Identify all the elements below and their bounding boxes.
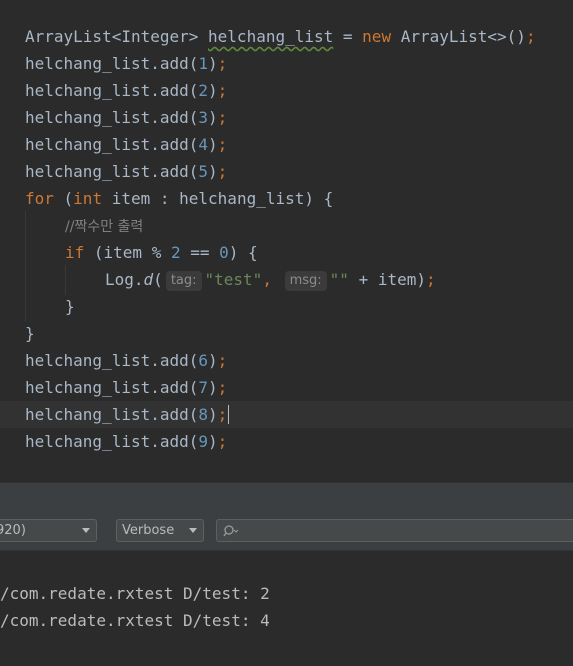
code-line-add[interactable]: helchang_list.add(7);: [25, 374, 227, 401]
code-line-add[interactable]: helchang_list.add(6);: [25, 347, 227, 374]
code-token-paren: ): [208, 108, 218, 127]
parameter-hint-msg: msg:: [284, 271, 327, 291]
code-token-paren: ): [208, 54, 218, 73]
code-token-number: 6: [198, 351, 209, 370]
code-token-paren: ): [208, 405, 218, 424]
code-token-type: ArrayList<Integer>: [25, 27, 209, 46]
code-token-constructor: ArrayList<>(): [391, 27, 526, 46]
search-icon[interactable]: [223, 524, 239, 538]
code-token-call: helchang_list.add(: [25, 432, 199, 451]
code-token-operator: =: [333, 27, 363, 46]
code-token-call: helchang_list.add(: [25, 351, 199, 370]
code-token-paren: ): [208, 81, 218, 100]
code-token-class: Log.: [105, 270, 144, 289]
log-level-value: Verbose: [122, 523, 175, 538]
code-token-comma: ,: [262, 270, 272, 289]
code-line-add-current[interactable]: helchang_list.add(8);: [25, 401, 230, 428]
code-token-expression: + item): [348, 270, 426, 289]
code-token-call: helchang_list.add(: [25, 378, 199, 397]
process-dropdown[interactable]: 920): [0, 519, 97, 542]
code-token-semicolon: ;: [217, 378, 228, 397]
code-token-paren: ): [208, 135, 218, 154]
log-entry: /com.redate.rxtest D/test: 2: [0, 584, 270, 603]
code-token-keyword: int: [73, 189, 103, 208]
code-line-for[interactable]: for (int item : helchang_list) {: [25, 185, 333, 212]
code-token-semicolon: ;: [217, 108, 228, 127]
code-token-call: helchang_list.add(: [25, 81, 199, 100]
logcat-toolbar: 920) Verbose: [0, 513, 573, 551]
code-token-semicolon: ;: [217, 351, 228, 370]
code-token-keyword: for: [25, 189, 54, 208]
code-line-if[interactable]: if (item % 2 == 0) {: [65, 239, 258, 266]
code-token-paren: ): [208, 351, 218, 370]
parameter-hint-tag: tag:: [165, 271, 202, 291]
code-token-semicolon: ;: [217, 162, 228, 181]
code-comment: //짝수만 출력: [65, 219, 144, 235]
code-token-number: 5: [198, 162, 209, 181]
code-line-log[interactable]: Log.d(tag: "test", msg: "" + item);: [105, 266, 436, 293]
tool-window-header: [0, 482, 573, 514]
code-token-semicolon: ;: [217, 135, 228, 154]
code-token-semicolon: ;: [217, 432, 228, 451]
code-line-add[interactable]: helchang_list.add(3);: [25, 104, 227, 131]
code-token-paren: (: [153, 270, 163, 289]
code-editor[interactable]: ArrayList<Integer> helchang_list = new A…: [0, 0, 573, 482]
code-token-number: 2: [170, 243, 181, 262]
code-token-semicolon: ;: [217, 405, 228, 424]
code-line-declaration[interactable]: ArrayList<Integer> helchang_list = new A…: [25, 23, 536, 50]
code-token-paren: ): [208, 162, 218, 181]
code-line-add[interactable]: helchang_list.add(1);: [25, 50, 227, 77]
code-token-variable: helchang_list: [208, 27, 334, 46]
code-line-comment[interactable]: //짝수만 출력: [65, 212, 143, 239]
indent-guide: [65, 265, 66, 295]
code-token-method: d: [143, 270, 154, 289]
code-token-call: helchang_list.add(: [25, 108, 199, 127]
chevron-down-icon: [82, 528, 90, 533]
process-dropdown-value: 920): [0, 523, 26, 538]
log-level-dropdown[interactable]: Verbose: [116, 519, 204, 542]
logcat-output[interactable]: /com.redate.rxtest D/test: 2 /com.redate…: [0, 551, 573, 666]
code-token-semicolon: ;: [217, 81, 228, 100]
chevron-down-icon: [189, 528, 197, 533]
logcat-search-input[interactable]: [216, 519, 573, 542]
code-token-paren: (: [53, 189, 74, 208]
code-token-paren: ) {: [228, 243, 258, 262]
code-token-call: helchang_list.add(: [25, 54, 199, 73]
code-token-number: 8: [198, 405, 209, 424]
code-token-operator: ==: [180, 243, 220, 262]
code-token-call: helchang_list.add(: [25, 162, 199, 181]
code-token-string: "": [329, 270, 349, 289]
code-token-paren: ): [208, 378, 218, 397]
code-token-keyword: new: [362, 27, 392, 46]
code-token-number: 3: [198, 108, 209, 127]
log-entry: /com.redate.rxtest D/test: 4: [0, 611, 270, 630]
indent-guide: [25, 211, 26, 321]
code-token-call: helchang_list.add(: [25, 135, 199, 154]
code-token-semicolon: ;: [525, 27, 536, 46]
code-line-add[interactable]: helchang_list.add(4);: [25, 131, 227, 158]
code-token-number: 0: [219, 243, 229, 262]
text-caret: [228, 405, 230, 424]
code-token-call: helchang_list.add(: [25, 405, 199, 424]
code-token-semicolon: ;: [426, 270, 436, 289]
code-token-number: 2: [198, 81, 209, 100]
code-line-add[interactable]: helchang_list.add(5);: [25, 158, 227, 185]
code-token-string: "test": [204, 270, 263, 289]
code-token-brace: }: [65, 297, 75, 316]
code-line-add[interactable]: helchang_list.add(9);: [25, 428, 227, 455]
code-token-paren: ): [208, 432, 218, 451]
code-token-number: 1: [198, 54, 209, 73]
code-line-close-if[interactable]: }: [65, 293, 75, 320]
code-token-semicolon: ;: [217, 54, 228, 73]
code-token-keyword: if: [65, 243, 85, 262]
code-token-number: 9: [198, 432, 209, 451]
code-line-add[interactable]: helchang_list.add(2);: [25, 77, 227, 104]
code-token-number: 4: [198, 135, 209, 154]
code-token-brace: }: [25, 324, 35, 343]
code-token-condition: (item %: [84, 243, 171, 262]
code-token-loop-body: item : helchang_list) {: [102, 189, 334, 208]
code-line-close-for[interactable]: }: [25, 320, 35, 347]
code-token-number: 7: [198, 378, 209, 397]
